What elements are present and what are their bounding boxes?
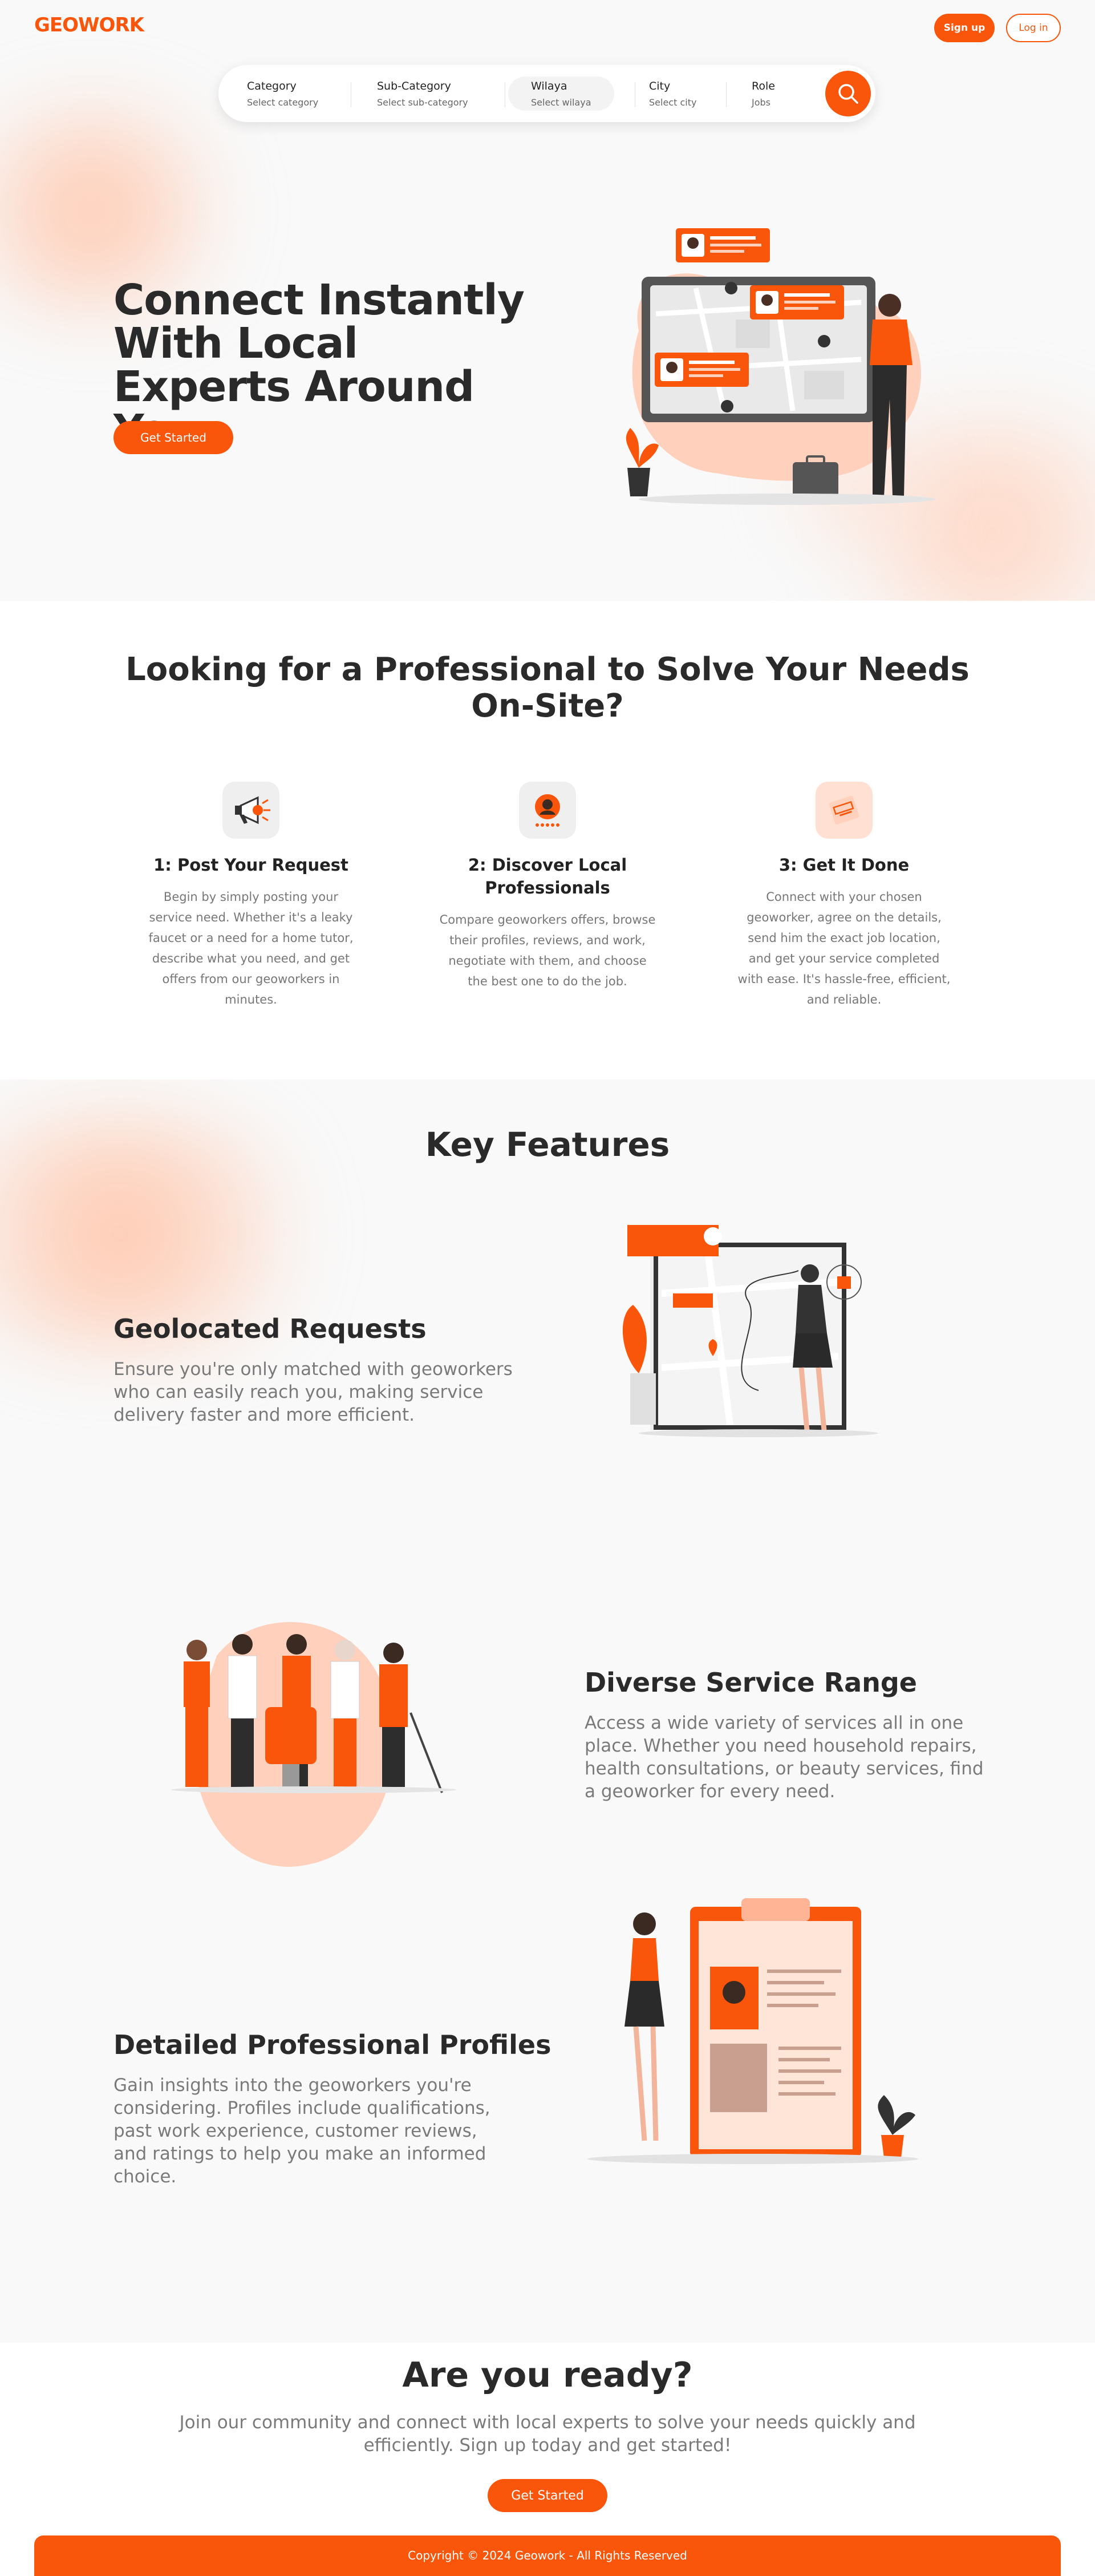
hero-get-started-button[interactable]: Get Started	[113, 421, 233, 454]
city-placeholder: Select city	[649, 97, 697, 108]
cta-get-started-button[interactable]: Get Started	[488, 2479, 607, 2512]
footer-copyright: Copyright © 2024 Geowork - All Rights Re…	[34, 2535, 1061, 2576]
role-placeholder: Jobs	[752, 97, 770, 108]
subcategory-placeholder: Select sub-category	[377, 97, 468, 108]
search-button[interactable]	[825, 71, 871, 116]
step-text: Begin by simply posting your service nee…	[148, 890, 354, 1006]
cta-text: Join our community and connect with loca…	[179, 2412, 916, 2456]
step-title: 1: Post Your Request	[153, 855, 348, 875]
step-icon-box	[816, 782, 873, 839]
logo[interactable]: GEOWORK	[34, 14, 144, 37]
features-title: Key Features	[425, 1125, 670, 1164]
divider	[726, 82, 727, 107]
feature-text: Gain insights into the geoworkers you're…	[113, 2075, 490, 2187]
feature-title: Geolocated Requests	[113, 1313, 427, 1344]
features-section: Key Features Geolocated Requests Ensure …	[0, 1079, 1095, 2343]
feature-title: Detailed Professional Profiles	[113, 2029, 551, 2060]
profile-rating-icon	[535, 794, 560, 827]
subcategory-label: Sub-Category	[377, 80, 451, 92]
role-label: Role	[752, 80, 775, 92]
city-label: City	[649, 80, 671, 92]
category-select[interactable]: Category Select category	[247, 76, 318, 111]
wilaya-label: Wilaya	[531, 80, 567, 92]
step-card: 1: Post Your Request Begin by simply pos…	[131, 782, 371, 1010]
wilaya-placeholder: Select wilaya	[531, 97, 591, 108]
page: GEOWORK Sign up Log in Category Select c…	[0, 0, 1095, 2576]
cta-title: Are you ready?	[402, 2355, 693, 2395]
workers-group-illustration	[171, 1621, 456, 1867]
category-placeholder: Select category	[247, 97, 319, 108]
profile-clipboard-illustration	[587, 1898, 918, 2164]
megaphone-icon	[235, 796, 270, 824]
hero-section: GEOWORK Sign up Log in Category Select c…	[0, 0, 1095, 601]
step-icon-box	[519, 782, 576, 839]
city-select[interactable]: City Select city	[649, 76, 696, 111]
step-card: 3: Get It Done Connect with your chosen …	[724, 782, 964, 1010]
wilaya-select[interactable]: Wilaya Select wilaya	[508, 76, 614, 111]
feature-text: Ensure you're only matched with geoworke…	[113, 1359, 513, 1425]
feature-title: Diverse Service Range	[585, 1667, 917, 1698]
hero-map-illustration	[626, 228, 935, 505]
feature-text: Access a wide variety of services all in…	[585, 1713, 984, 1802]
step-icon-box	[222, 782, 279, 839]
category-label: Category	[247, 80, 297, 92]
role-select[interactable]: Role Jobs	[752, 76, 775, 111]
subcategory-select[interactable]: Sub-Category Select sub-category	[377, 76, 468, 111]
signup-button[interactable]: Sign up	[934, 14, 995, 42]
step-text: Compare geoworkers offers, browse their …	[439, 913, 656, 988]
login-button[interactable]: Log in	[1006, 14, 1061, 42]
step-title: 3: Get It Done	[778, 855, 910, 875]
step-card: 2: Discover Local Professionals Compare …	[428, 782, 667, 992]
search-bar: Category Select category Sub-Category Se…	[218, 65, 875, 122]
how-section-title: Looking for a Professional to Solve Your…	[125, 651, 970, 725]
step-text: Connect with your chosen geoworker, agre…	[737, 890, 951, 1006]
step-title: 2: Discover Local Professionals	[468, 855, 627, 897]
search-icon	[838, 84, 858, 104]
map-woman-illustration	[622, 1225, 878, 1437]
done-stamp-icon	[829, 795, 859, 825]
